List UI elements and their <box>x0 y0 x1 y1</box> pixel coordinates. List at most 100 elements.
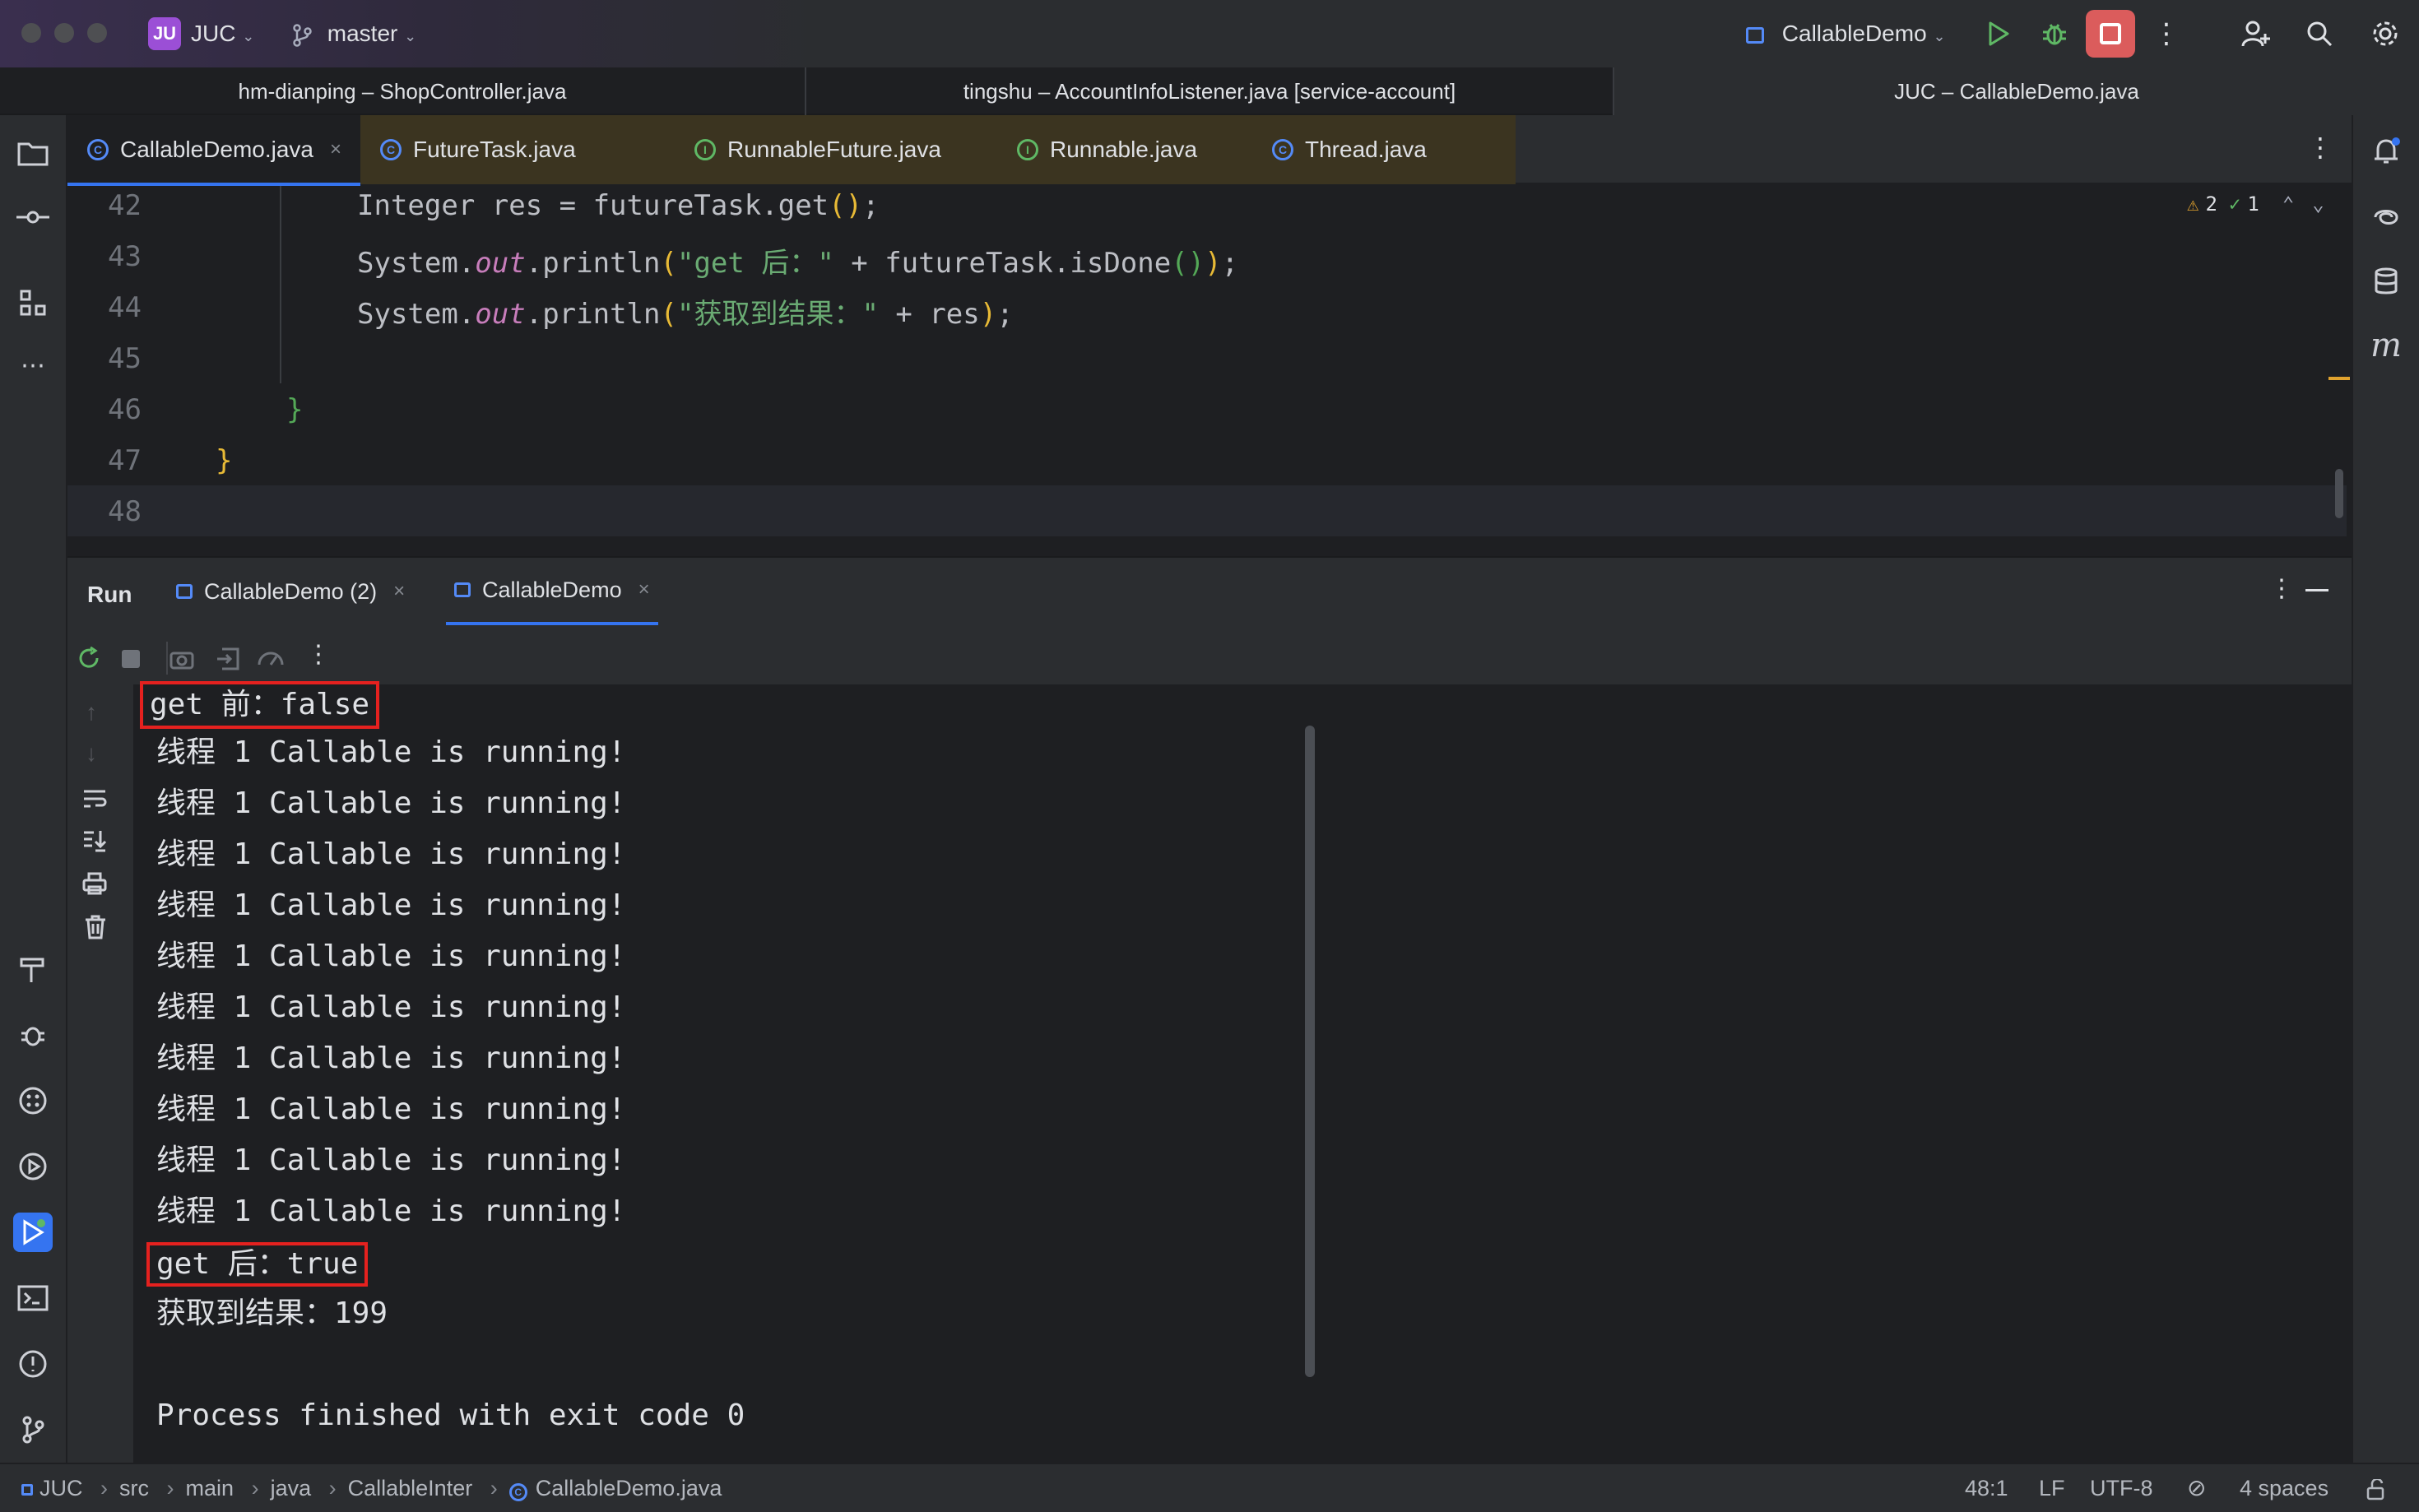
folder-icon <box>17 142 49 166</box>
run-tool-button[interactable] <box>13 1213 53 1252</box>
window-tab-hm-dianping[interactable]: hm-dianping – ShopController.java <box>0 67 806 115</box>
editor-tab-runnablefuture[interactable]: I RunnableFuture.java <box>675 115 997 184</box>
commit-tool-button[interactable] <box>13 197 53 237</box>
git-tool-button[interactable] <box>13 1410 53 1449</box>
branch-name: master <box>327 21 398 46</box>
tab-label: CallableDemo.java <box>120 137 314 162</box>
no-inspection-icon[interactable]: ⊘ <box>2187 1464 2206 1512</box>
console-line-exit: Process finished with exit code 0 <box>156 1398 745 1432</box>
line-separator[interactable]: LF <box>2039 1464 2065 1512</box>
project-badge[interactable]: JU <box>148 17 181 50</box>
caret-position[interactable]: 48:1 <box>1965 1464 2008 1512</box>
warning-stripe-marker[interactable] <box>2328 377 2350 380</box>
breadcrumb-item[interactable]: CallableInter <box>348 1476 473 1500</box>
more-actions-icon[interactable]: ⋮ <box>2149 16 2184 51</box>
ai-assistant-button[interactable] <box>2366 197 2406 237</box>
spiral-icon <box>2374 210 2398 225</box>
minimize-icon[interactable] <box>2305 589 2328 591</box>
settings-button[interactable] <box>2368 16 2403 51</box>
more-actions-icon[interactable]: ⋮ <box>306 640 331 669</box>
run-tab-callabledemo-2[interactable]: CallableDemo (2) × <box>176 558 405 625</box>
branch-selector[interactable]: master ⌄ <box>291 0 416 70</box>
indent-setting[interactable]: 4 spaces <box>2240 1464 2328 1512</box>
attach-profiler-icon[interactable] <box>257 647 285 675</box>
soft-wrap-icon[interactable] <box>82 788 107 814</box>
maven-button[interactable]: m <box>2366 326 2406 365</box>
database-button[interactable] <box>2366 262 2406 301</box>
services-tool-button[interactable] <box>13 1081 53 1120</box>
tab-label: CallableDemo (2) <box>204 578 378 604</box>
code-editor[interactable]: 42 43 44 45 46 47 48 Integer res = futur… <box>67 186 2352 554</box>
console-line: 线程 1 Callable is running! <box>156 786 626 820</box>
run-tab-callabledemo[interactable]: CallableDemo × <box>446 558 658 625</box>
breadcrumb-item[interactable]: JUC <box>39 1476 83 1500</box>
chevron-down-icon: ⌄ <box>1933 28 1946 44</box>
tabs-more-icon[interactable]: ⋮ <box>2307 132 2333 163</box>
window-tab-tingshu[interactable]: tingshu – AccountInfoListener.java [serv… <box>806 67 1614 115</box>
arrow-down-icon[interactable]: ↓ <box>86 740 97 767</box>
arrow-up-icon[interactable]: ↑ <box>86 699 97 726</box>
run-options-icon[interactable]: ⋮ <box>2269 574 2294 603</box>
warning-count: 2 <box>2205 192 2217 216</box>
scroll-to-end-icon[interactable] <box>82 829 107 856</box>
editor-tab-thread[interactable]: C Thread.java <box>1252 115 1516 184</box>
editor-tab-futuretask[interactable]: C FutureTask.java <box>360 115 675 184</box>
tab-label: Runnable.java <box>1050 137 1198 162</box>
build-tool-button[interactable] <box>13 949 53 989</box>
run-tool-window: Run CallableDemo (2) × CallableDemo × ⋮ … <box>67 556 2352 1464</box>
line-number: 45 <box>108 342 142 375</box>
maven-icon: m <box>2370 327 2402 364</box>
window-tab-juc[interactable]: JUC – CallableDemo.java <box>1614 67 2419 115</box>
stop-button[interactable] <box>2086 10 2135 58</box>
code-with-me-button[interactable] <box>2238 16 2273 51</box>
problems-tool-button[interactable] <box>13 1344 53 1384</box>
run-dashboard-button[interactable] <box>13 1147 53 1186</box>
rerun-button[interactable] <box>76 645 102 675</box>
console-line: 线程 1 Callable is running! <box>156 1194 626 1228</box>
close-icon[interactable]: × <box>638 578 650 601</box>
restore-layout-icon[interactable] <box>216 647 240 675</box>
play-icon <box>1989 21 2009 46</box>
trash-icon[interactable] <box>84 915 107 944</box>
git-branch-icon <box>22 1416 44 1444</box>
project-tool-button[interactable] <box>13 133 53 173</box>
lock-icon[interactable] <box>2366 1464 2386 1512</box>
file-encoding[interactable]: UTF-8 <box>2090 1464 2153 1512</box>
print-icon[interactable] <box>82 872 107 899</box>
console-line: 线程 1 Callable is running! <box>156 1092 626 1126</box>
more-tools-icon[interactable]: ⋯ <box>13 346 53 385</box>
editor-tab-runnable[interactable]: I Runnable.java <box>997 115 1252 184</box>
chevron-down-icon[interactable]: ⌄ <box>2312 192 2324 216</box>
structure-tool-button[interactable] <box>13 283 53 322</box>
zoom-window-button[interactable] <box>87 23 107 43</box>
project-selector[interactable]: JUC ⌄ <box>191 0 254 70</box>
line-number: 43 <box>108 240 142 273</box>
breadcrumb-item[interactable]: main <box>186 1476 234 1500</box>
breadcrumb-item[interactable]: java <box>271 1476 312 1500</box>
terminal-tool-button[interactable] <box>13 1278 53 1318</box>
close-icon[interactable]: × <box>393 580 405 603</box>
notifications-button[interactable] <box>2366 132 2406 171</box>
debug-tool-button[interactable] <box>13 1015 53 1055</box>
camera-icon[interactable] <box>169 648 194 674</box>
breadcrumb-item[interactable]: src <box>119 1476 149 1500</box>
code-line-46: } <box>286 393 304 426</box>
tab-label: FutureTask.java <box>413 137 576 162</box>
run-button[interactable] <box>1981 16 2016 51</box>
console-scrollbar[interactable] <box>1305 726 1315 1377</box>
search-button[interactable] <box>2302 16 2337 51</box>
debug-button[interactable] <box>2037 16 2072 51</box>
close-window-button[interactable] <box>21 23 41 43</box>
editor-scrollbar[interactable] <box>2335 469 2343 518</box>
close-icon[interactable]: × <box>330 138 341 161</box>
breadcrumb-item[interactable]: CallableDemo.java <box>536 1476 722 1500</box>
inspection-widget[interactable]: ⚠ 2 ✓ 1 ⌃ ⌄ <box>2187 192 2324 216</box>
interface-icon: I <box>1017 139 1038 160</box>
run-config-selector[interactable]: CallableDemo ⌄ <box>1746 0 1946 70</box>
module-icon <box>21 1484 33 1496</box>
editor-tab-callabledemo[interactable]: C CallableDemo.java × <box>67 115 360 186</box>
minimize-window-button[interactable] <box>54 23 74 43</box>
chevron-right-icon: › <box>328 1476 337 1500</box>
stop-icon[interactable] <box>122 650 140 668</box>
chevron-up-icon[interactable]: ⌃ <box>2282 192 2294 216</box>
